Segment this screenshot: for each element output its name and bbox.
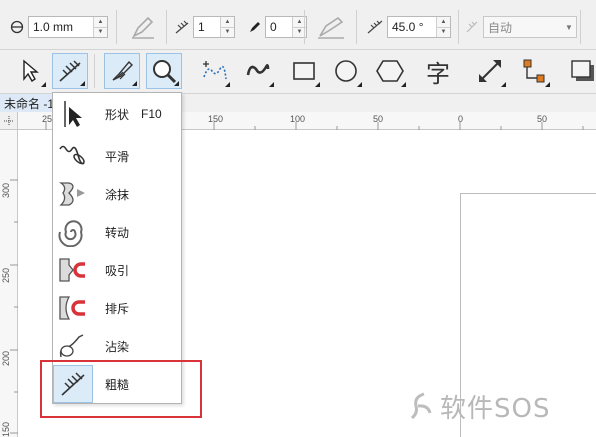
drop-shadow-tool[interactable] [564,53,596,89]
pressure-control: 0 ▲ ▼ [248,16,307,38]
dimension-icon [479,60,501,82]
flyout-item-label: 吸引 [105,263,130,278]
pen-pressure-icon [250,22,260,32]
ruler-label: 300 [1,182,11,198]
nib-size-input[interactable]: 1 ▲ ▼ [193,16,235,38]
angle-input[interactable]: 45.0 ° ▲ ▼ [387,16,451,38]
watermark-logo-icon [410,392,432,420]
text-tool[interactable]: 字 [420,53,456,89]
flyout-item-label: 排斥 [105,301,130,316]
pressure-pen-icon[interactable] [130,14,156,40]
flyout-item-label: 平滑 [105,149,130,164]
smooth-tool-icon [53,137,93,175]
watermark: 软件SOS [406,386,586,426]
mode-control: 自动 ▼ [464,16,577,38]
shape-tool-icon [53,95,93,133]
ruler-label: 150 [1,421,11,437]
flyout-item-twirl[interactable]: 转动 [53,213,181,251]
toolbox: 字 [0,50,596,94]
text-glyph-icon: 字 [426,59,450,88]
rectangle-icon [293,62,315,80]
flyout-item-label: 涂抹 [105,187,130,202]
shape-tool-flyout: 形状 F10 平滑 涂抹 转动 吸引 排斥 沾染 粗糙 [52,92,182,404]
flyout-item-repel[interactable]: 排斥 [53,289,181,327]
freehand-icon [203,61,227,80]
connector-tool[interactable] [516,53,552,89]
crosshair-icon [3,115,14,126]
repel-tool-icon [53,289,93,327]
ruler-label: 100 [290,114,306,124]
flyout-item-label: 转动 [105,225,130,240]
rectangle-tool[interactable] [286,53,322,89]
shadow-icon [571,60,594,81]
document-tab-label: 未命名 -1 [4,96,55,111]
pick-tool[interactable] [12,53,48,89]
pressure-input[interactable]: 0 ▲ ▼ [265,16,307,38]
spin-down-icon[interactable]: ▼ [94,26,107,37]
dimension-tool[interactable] [472,53,508,89]
vertical-ruler[interactable]: 300 250 200 150 [0,130,18,437]
outline-width-control: 1.0 mm ▲ ▼ [10,16,108,38]
spin-up-icon[interactable]: ▲ [94,17,107,27]
zoom-tool[interactable] [146,53,182,89]
outline-width-input[interactable]: 1.0 mm ▲ ▼ [28,16,108,38]
spin-down-icon[interactable]: ▼ [221,26,234,37]
angle-icon [367,20,383,34]
flyout-item-smooth[interactable]: 平滑 [53,137,181,175]
connector-icon [523,59,545,83]
ruler-label: 0 [458,114,464,124]
freehand-tool[interactable] [196,53,232,89]
spin-up-icon[interactable]: ▲ [221,17,234,27]
roughen-nib-icon [175,20,189,34]
ruler-origin[interactable] [0,112,18,130]
chevron-down-icon: ▼ [565,22,573,32]
pointer-arrow-icon [23,59,39,82]
artistic-media-tool[interactable] [104,53,140,89]
hexagon-icon [376,60,404,82]
flyout-item-smear[interactable]: 涂抹 [53,175,181,213]
curve-icon [246,64,270,76]
roughen-tool[interactable] [52,53,88,89]
attract-tool-icon [53,251,93,289]
watermark-text: 软件SOS [440,393,551,424]
flyout-item-shape[interactable]: 形状 F10 [53,95,181,133]
property-bar: 1.0 mm ▲ ▼ 1 ▲ ▼ 0 ▲ ▼ 45.0 ° ▲ ▼ 自动 ▼ [0,0,596,50]
smart-drawing-tool[interactable] [240,53,276,89]
spin-up-icon[interactable]: ▲ [437,17,450,27]
document-tab[interactable]: 未命名 -1 [0,94,60,112]
flyout-item-label: 形状 [105,107,130,122]
spin-down-icon[interactable]: ▼ [437,26,450,37]
ruler-label: 50 [373,114,384,124]
twirl-tool-icon [53,213,93,251]
ruler-label: 50 [537,114,548,124]
polygon-tool[interactable] [372,53,408,89]
smear-tool-icon [53,175,93,213]
tilt-pen-icon[interactable] [316,14,346,40]
highlight-box [40,360,202,418]
ruler-label: 200 [1,350,11,366]
outline-width-icon [10,20,24,34]
angle-control: 45.0 ° ▲ ▼ [366,16,451,38]
ruler-label: 150 [208,114,224,124]
flyout-item-shortcut: F10 [141,107,162,121]
flyout-item-label: 沾染 [105,339,130,354]
nib-size-control: 1 ▲ ▼ [174,16,235,38]
flyout-item-attract[interactable]: 吸引 [53,251,181,289]
ellipse-icon [335,60,357,82]
mode-select[interactable]: 自动 ▼ [483,16,577,38]
ellipse-tool[interactable] [328,53,364,89]
mode-icon [466,21,478,33]
ruler-label: 250 [1,267,11,283]
